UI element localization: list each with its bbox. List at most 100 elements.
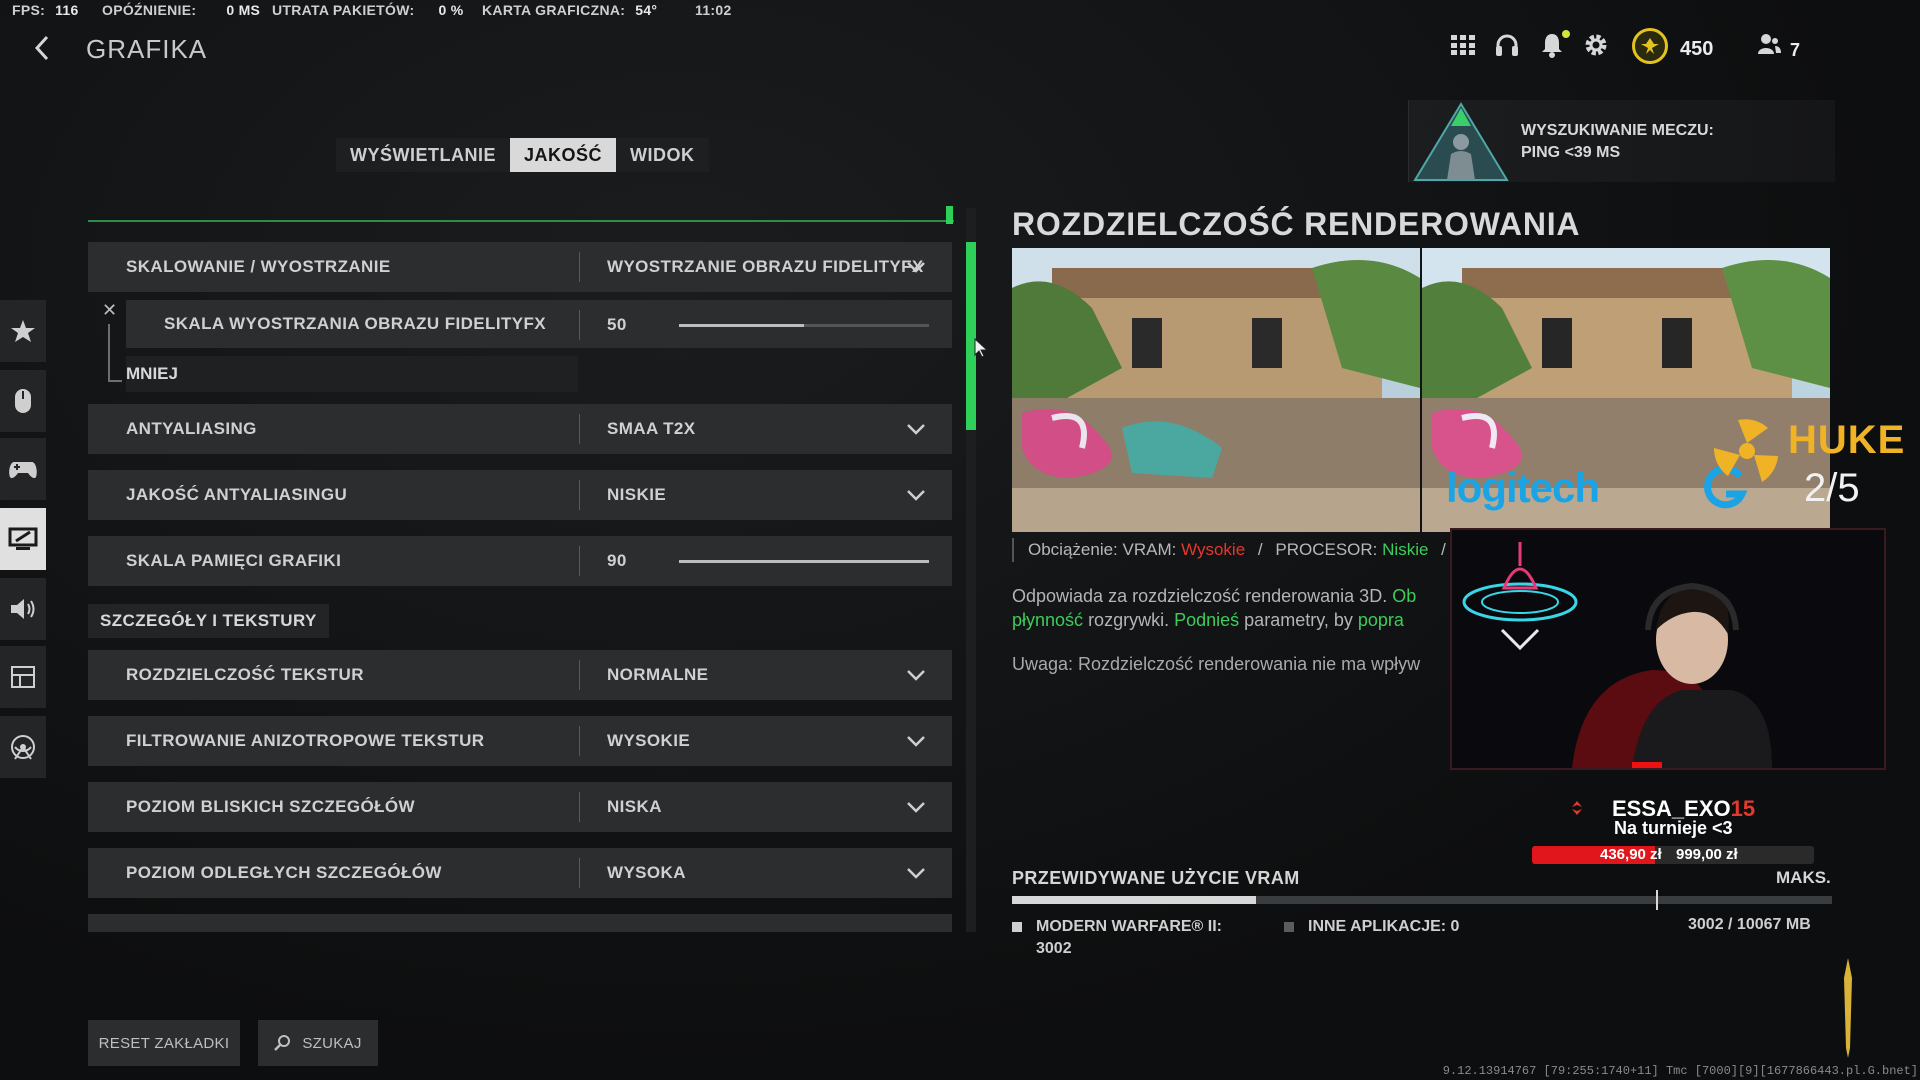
divider [579,792,580,822]
setting-near-detail[interactable]: POZIOM BLISKICH SZCZEGÓŁÓW NISKA [88,782,952,832]
separator: / [1257,540,1263,559]
matchmaking-line1: WYSZUKIWANIE MECZU: [1521,122,1714,139]
vram-max-label: MAKS. [1776,868,1831,887]
stream-overlay-logos: logitech HUKE 2/5 [1440,404,1904,534]
build-info: 9.12.13914767 [79:255:1740+11] Tmc [7000… [1442,1064,1918,1078]
setting-next-partial[interactable] [88,914,952,932]
side-item-mouse[interactable] [0,370,46,432]
search-button[interactable]: SZUKAJ [258,1020,378,1066]
setting-description: Odpowiada za rozdzielczość renderowania … [1012,584,1452,632]
desc-text: Odpowiada za rozdzielczość renderowania … [1012,586,1388,606]
clock: 11:02 [695,2,732,18]
friends-count: 7 [1790,40,1801,60]
setting-value: SMAA T2X [607,419,696,438]
operator-emblem-icon [1413,102,1509,181]
setting-value: NISKA [607,797,662,816]
sponsor-logo: logitech [1446,464,1600,511]
tab-display[interactable]: WYŚWIETLANIE [336,138,510,172]
sharpness-slider[interactable] [679,324,929,327]
chevron-down-icon [907,490,925,501]
vram-scale-slider[interactable] [679,560,929,563]
vram-max-marker [1655,890,1658,910]
network-icon [11,735,35,760]
mouse-cursor-icon [974,338,988,358]
cod-points-icon[interactable] [1632,28,1668,64]
side-item-interface[interactable] [0,646,46,708]
close-icon[interactable]: ✕ [102,301,118,319]
gamepad-icon [9,462,37,479]
latency-stat: OPÓŹNIENIE: 0 MS [102,2,261,18]
star-icon [11,320,35,342]
grid-menu-icon[interactable] [1448,30,1478,60]
setting-aa-quality[interactable]: JAKOŚĆ ANTYALIASINGU NISKIE [88,470,952,520]
divider [579,252,580,282]
setting-upscaling[interactable]: SKALOWANIE / WYOSTRZANIE WYOSTRZANIE OBR… [88,242,952,292]
side-item-favorites[interactable] [0,300,46,362]
less-toggle[interactable]: MNIEJ [126,356,578,392]
setting-label: POZIOM ODLEGŁYCH SZCZEGÓŁÓW [126,863,442,882]
radiation-icon [1713,419,1778,482]
setting-label: ROZDZIELCZOŚĆ TEKSTUR [126,665,364,684]
detail-title: ROZDZIELCZOŚĆ RENDEROWANIA [1012,206,1581,242]
setting-value: 90 [607,551,627,570]
side-item-audio[interactable] [0,578,46,640]
settings-scrollbar[interactable] [966,208,976,932]
reset-tab-button[interactable]: RESET ZAKŁADKI [88,1020,240,1066]
mouse-icon [15,389,31,413]
load-label: Obciążenie: VRAM: [1028,540,1177,559]
layout-icon [11,666,35,688]
headset-icon[interactable] [1492,30,1522,60]
donation-current: 436,90 zł [1600,846,1662,863]
setting-label: FILTROWANIE ANIZOTROPOWE TEKSTUR [126,731,485,750]
legend-game: MODERN WARFARE® II: 3002 [1012,916,1222,960]
side-item-network[interactable] [0,716,46,778]
side-item-controller[interactable] [0,438,46,500]
donation-icon [1572,801,1582,815]
setting-far-detail[interactable]: POZIOM ODLEGŁYCH SZCZEGÓŁÓW WYSOKA [88,848,952,898]
legend-game-value: 3002 [1036,940,1072,957]
setting-vram-scale[interactable]: SKALA PAMIĘCI GRAFIKI 90 [88,536,952,586]
tree-connector [108,324,122,382]
setting-antialiasing[interactable]: ANTYALIASING SMAA T2X [88,404,952,454]
monitor-icon [8,527,38,550]
setting-label: SKALA PAMIĘCI GRAFIKI [126,551,342,570]
friends-icon[interactable] [1754,30,1784,60]
divider [579,726,580,756]
scrollbar-thumb[interactable] [966,242,976,430]
vram-total: 3002 / 10067 MB [1688,916,1811,933]
streamer-brand: HUKE [1788,418,1906,462]
setting-value: NISKIE [607,485,667,504]
tab-quality[interactable]: JAKOŚĆ [510,138,617,172]
legend-game-label: MODERN WARFARE® II: [1036,918,1223,935]
separator: / [1441,540,1446,559]
slider-fill [679,560,929,563]
setting-value: WYSOKA [607,863,686,882]
setting-value: WYOSTRZANIE OBRAZU FIDELITYFX [607,257,924,276]
page-title: GRAFIKA [86,34,208,64]
settings-tabs: WYŚWIETLANIE JAKOŚĆ WIDOK [336,138,709,172]
legend-swatch [1012,922,1022,932]
setting-sharpness[interactable]: SKALA WYOSTRZANIA OBRAZU FIDELITYFX 50 [126,300,952,348]
setting-label: JAKOŚĆ ANTYALIASINGU [126,485,348,504]
chevron-down-icon [907,424,925,435]
reset-label: RESET ZAKŁADKI [98,1034,230,1052]
settings-list: SKALOWANIE / WYOSTRZANIE WYOSTRZANIE OBR… [88,206,954,932]
setting-value: NORMALNE [607,665,709,684]
divider [579,310,580,340]
side-item-graphics[interactable] [0,508,46,570]
divider [579,660,580,690]
back-button[interactable] [28,30,56,66]
setting-label: ANTYALIASING [126,419,257,438]
setting-texture-resolution[interactable]: ROZDZIELCZOŚĆ TEKSTUR NORMALNE [88,650,952,700]
gpu-temp-stat: KARTA GRAFICZNA: 54° [482,2,658,18]
setting-anisotropic[interactable]: FILTROWANIE ANIZOTROPOWE TEKSTUR WYSOKIE [88,716,952,766]
tab-view[interactable]: WIDOK [616,138,709,172]
search-icon [274,1035,291,1051]
setting-label: POZIOM BLISKICH SZCZEGÓŁÓW [126,797,415,816]
divider [579,546,580,576]
trophy-sword-icon [1844,958,1852,1058]
vram-usage-fill [1012,896,1257,904]
tournament-counter: 2/5 [1804,466,1860,510]
desc-text: parametry, by [1244,610,1353,630]
gear-icon[interactable] [1581,30,1611,60]
